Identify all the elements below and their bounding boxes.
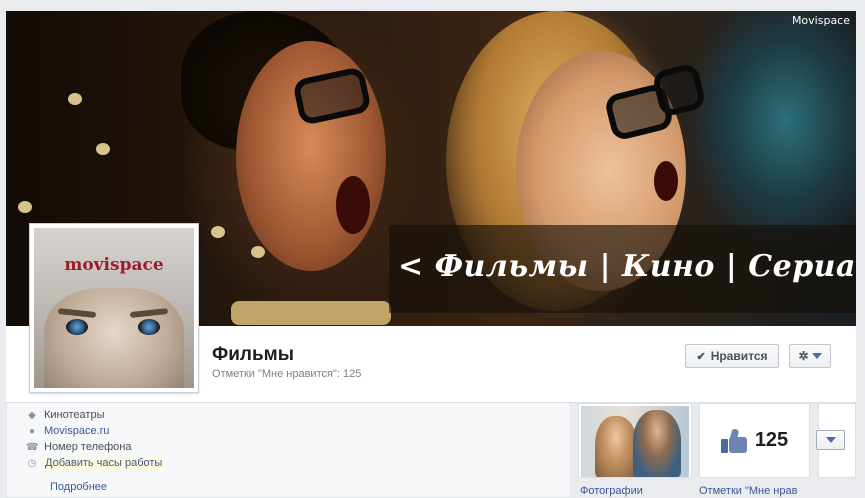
photos-app-tile[interactable] [578, 403, 692, 478]
check-icon: ✔ [696, 350, 706, 363]
photo-person-right [633, 410, 681, 477]
settings-button[interactable]: ✲ [789, 344, 831, 368]
phone-icon: ☎ [26, 441, 39, 453]
likes-app-tile[interactable]: 125 [699, 403, 810, 478]
popcorn-pile [231, 301, 391, 325]
about-website-link[interactable]: Movispace.ru [44, 425, 109, 437]
apps-expand-button[interactable] [816, 430, 845, 450]
cover-slogan: < Фильмы | Кино | Сериалы [398, 249, 856, 284]
profile-picture[interactable]: movispace [29, 223, 199, 393]
likes-app-count: 125 [754, 429, 789, 451]
photos-thumbnail [581, 406, 689, 477]
eyebrow-left [57, 308, 97, 318]
likes-count: Отметки "Мне нравится": 125 [212, 368, 362, 380]
about-category-label: Кинотеатры [44, 409, 105, 421]
chevron-down-icon [811, 353, 822, 359]
like-button-label: Нравится [710, 349, 768, 363]
popcorn-piece [251, 246, 265, 258]
like-button[interactable]: ✔ Нравится [685, 344, 779, 368]
profile-picture-image: movispace [34, 228, 194, 388]
clock-icon: ◷ [27, 457, 37, 469]
photo-person-left [595, 416, 637, 477]
profile-face [44, 288, 184, 388]
eye-left [66, 319, 88, 335]
thumbs-up-icon [720, 427, 749, 453]
facebook-page: < Фильмы | Кино | Сериалы Movispace movi… [0, 0, 865, 498]
eye-right [138, 319, 160, 335]
about-category[interactable]: ◆ Кинотеатры [26, 409, 104, 421]
popcorn-piece [211, 226, 225, 238]
popcorn-piece [96, 143, 110, 155]
cover-watermark: Movispace [791, 14, 850, 27]
popcorn-piece [18, 201, 32, 213]
gear-icon: ✲ [798, 349, 809, 363]
page-title[interactable]: Фильмы [212, 344, 294, 366]
about-phone[interactable]: ☎ Номер телефона [26, 441, 131, 453]
popcorn-piece [68, 93, 82, 105]
about-website[interactable]: ● Movispace.ru [26, 425, 109, 437]
profile-logo: movispace [64, 255, 164, 275]
about-phone-label: Номер телефона [44, 441, 132, 453]
photos-app-label[interactable]: Фотографии [580, 485, 643, 497]
about-more-link[interactable]: Подробнее [50, 481, 107, 493]
tag-icon: ◆ [28, 409, 36, 421]
map-pin-icon: ● [28, 425, 36, 437]
add-hours-link[interactable]: Добавить часы работы [44, 457, 164, 469]
cover-open-mouth-left [336, 176, 370, 234]
about-hours[interactable]: ◷ Добавить часы работы [26, 457, 164, 469]
eyebrow-right [129, 308, 169, 318]
chevron-down-icon [825, 437, 836, 443]
likes-app-label[interactable]: Отметки "Мне нрав [699, 485, 811, 497]
cover-open-mouth-right [654, 161, 678, 201]
